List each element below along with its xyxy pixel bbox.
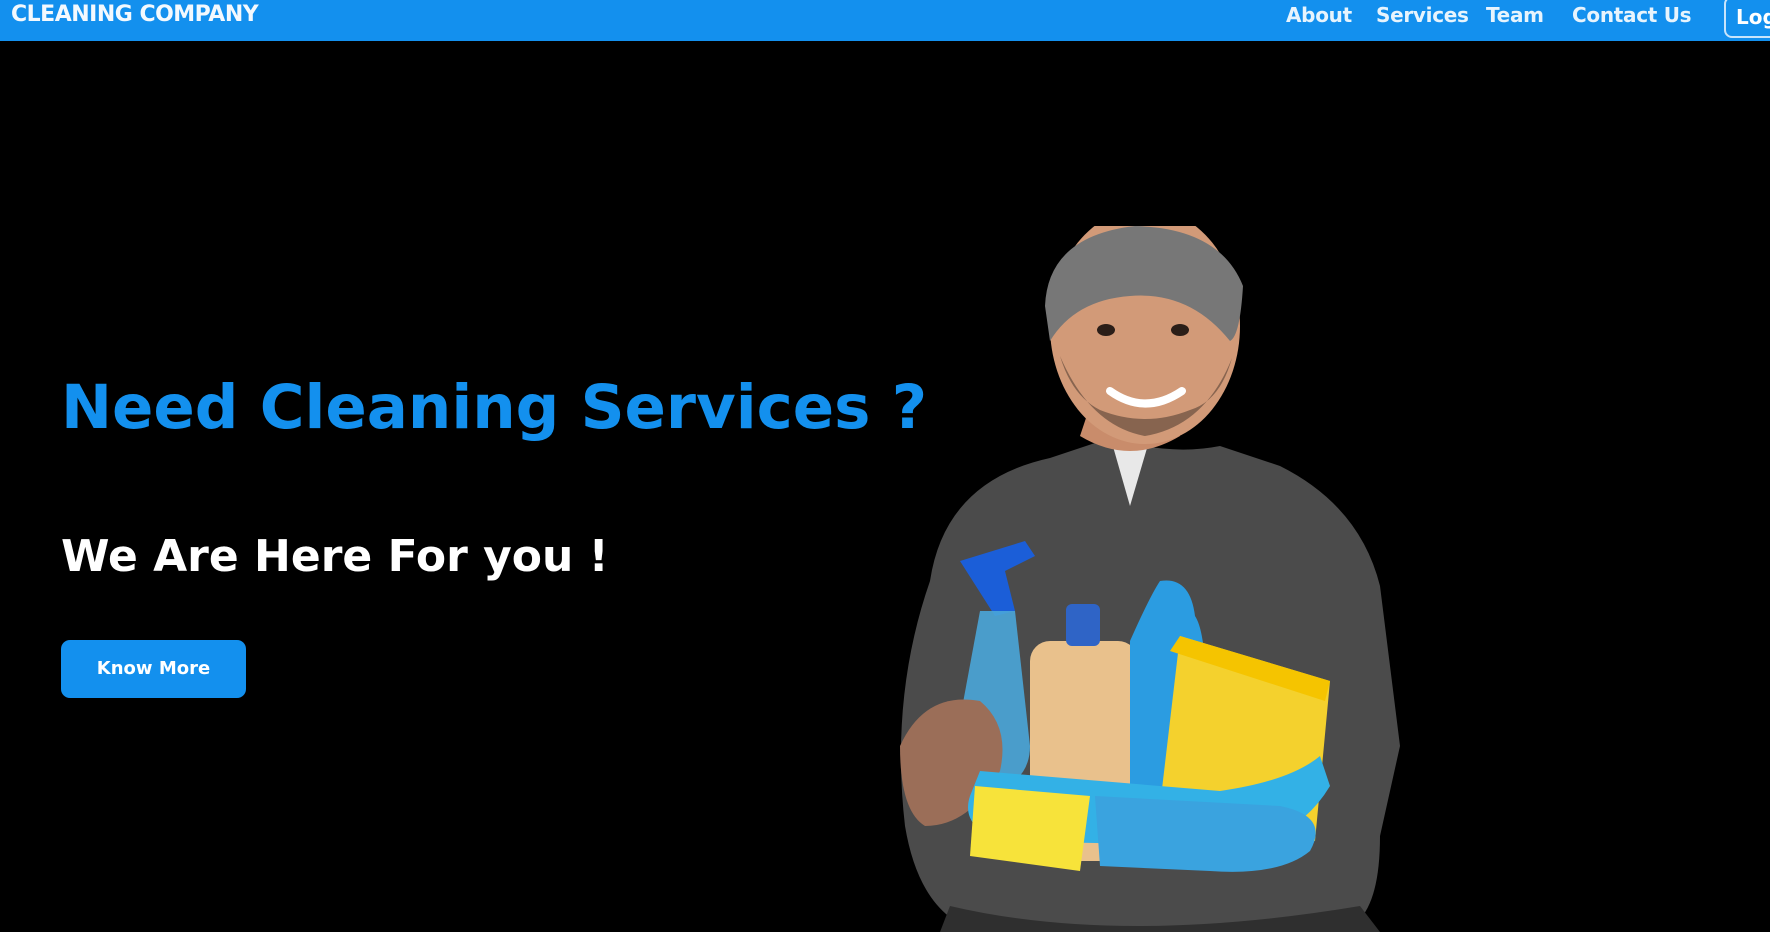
nav-team[interactable]: Team	[1486, 4, 1544, 26]
nav-about[interactable]: About	[1286, 4, 1352, 26]
login-button[interactable]: Log	[1724, 0, 1770, 38]
know-more-button[interactable]: Know More	[61, 640, 246, 698]
hero-section: Need Cleaning Services ? We Are Here For…	[0, 41, 1770, 932]
nav-services[interactable]: Services	[1376, 4, 1469, 26]
hero-headline: Need Cleaning Services ?	[61, 372, 928, 443]
top-navbar: CLEANING COMPANY About Services Team Con…	[0, 0, 1770, 41]
nav-contact-us[interactable]: Contact Us	[1572, 4, 1692, 26]
brand-logo-text[interactable]: CLEANING COMPANY	[11, 4, 259, 26]
hero-subheadline: We Are Here For you !	[61, 531, 609, 582]
cleaner-hero-image	[900, 226, 1400, 932]
